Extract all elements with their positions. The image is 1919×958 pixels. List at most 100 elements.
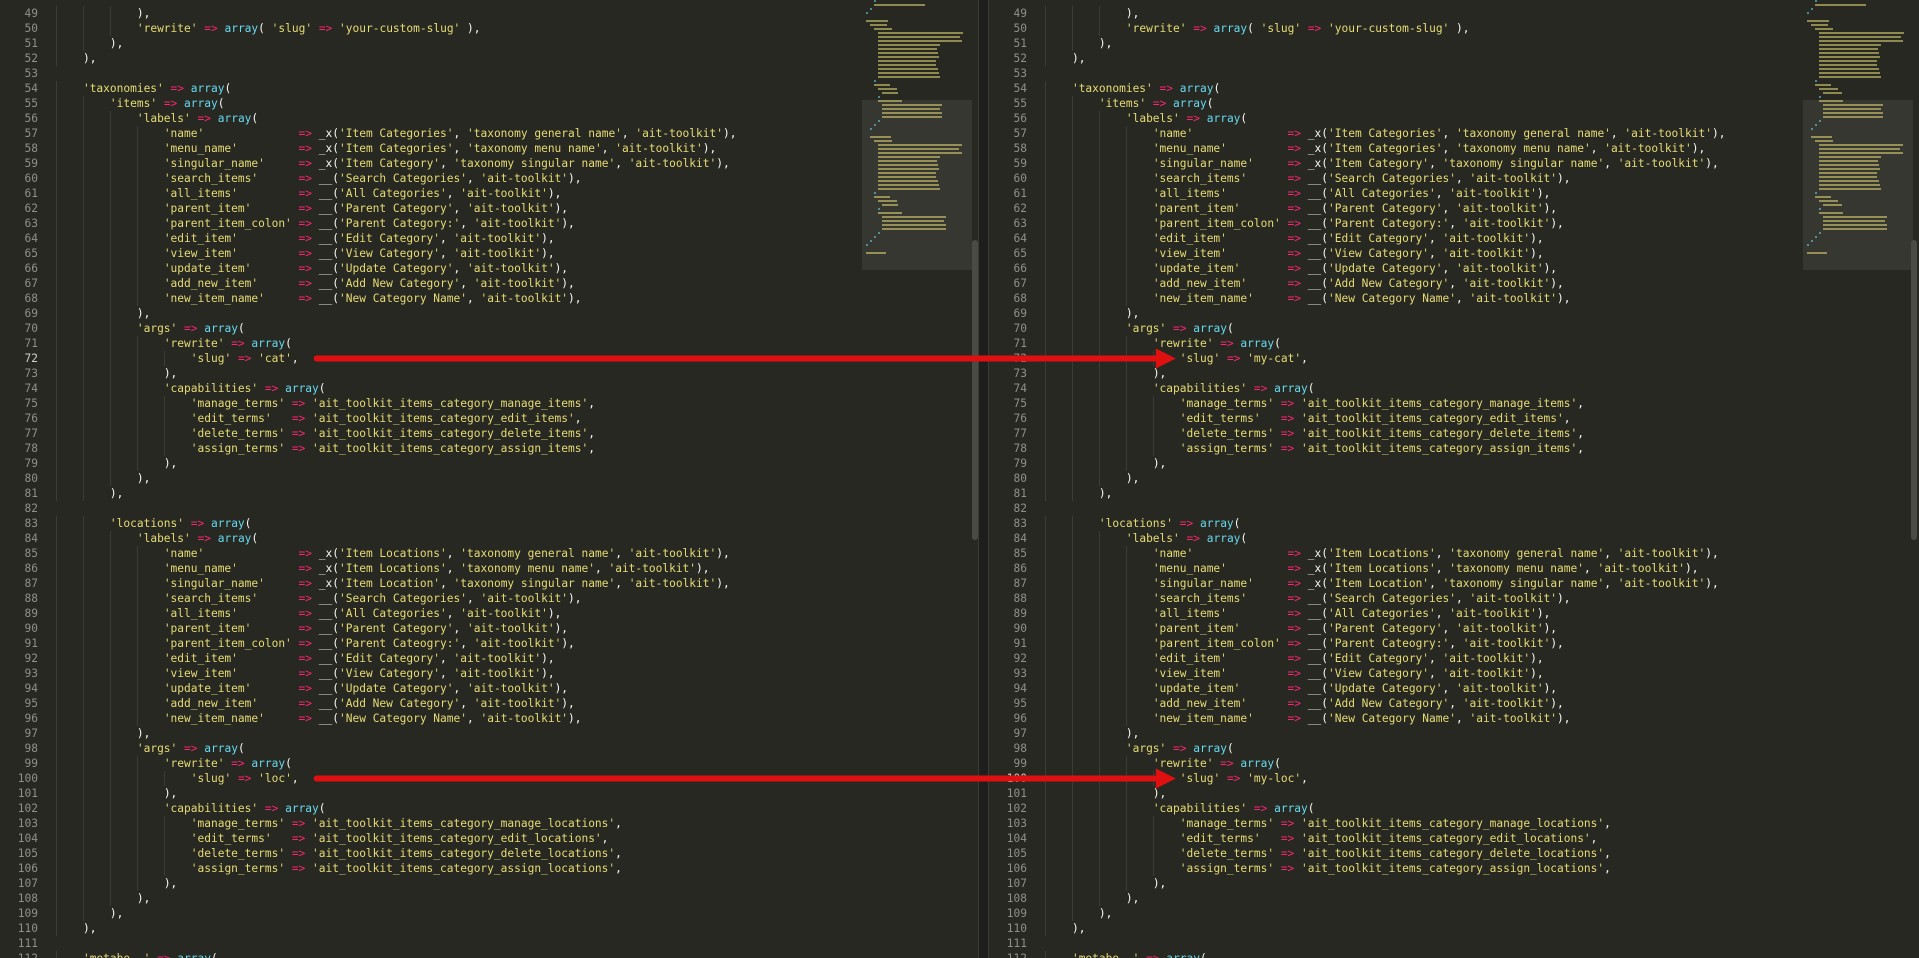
code-line[interactable]: 'add_new_item' => __('Add New Category',… bbox=[1045, 696, 1725, 711]
code-line[interactable]: 'singular_name' => _x('Item Category', '… bbox=[56, 156, 736, 171]
code-line[interactable] bbox=[56, 501, 736, 516]
editor-pane-right[interactable]: 49 50 51 52 53 54 55 56 57 58 59 60 61 62 63 64 65 66 67 68… bbox=[989, 0, 1919, 958]
code-line[interactable]: 'args' => array( bbox=[1045, 741, 1725, 756]
code-line[interactable]: ), bbox=[1045, 906, 1725, 921]
code-line[interactable]: ), bbox=[1045, 366, 1725, 381]
code-line[interactable]: 'update_item' => __('Update Category', '… bbox=[1045, 681, 1725, 696]
code-line[interactable]: 'items' => array( bbox=[1045, 96, 1725, 111]
code-line[interactable]: 'add_new_item' => __('Add New Category',… bbox=[1045, 276, 1725, 291]
code-line[interactable]: 'edit_item' => __('Edit Category', 'ait-… bbox=[56, 231, 736, 246]
code-area[interactable]: ), 'rewrite' => array( 'slug' => 'your-cu… bbox=[1045, 6, 1725, 958]
code-line[interactable]: 'delete_terms' => 'ait_toolkit_items_cat… bbox=[1045, 426, 1725, 441]
code-line[interactable]: 'all_items' => __('All Categories', 'ait… bbox=[56, 606, 736, 621]
code-line[interactable]: 'items' => array( bbox=[56, 96, 736, 111]
code-line[interactable]: 'assign_terms' => 'ait_toolkit_items_cat… bbox=[1045, 861, 1725, 876]
code-line[interactable]: 'edit_terms' => 'ait_toolkit_items_categ… bbox=[56, 411, 736, 426]
code-line[interactable]: 'rewrite' => array( bbox=[1045, 756, 1725, 771]
code-line[interactable]: 'search_items' => __('Search Categories'… bbox=[1045, 171, 1725, 186]
code-line[interactable]: 'rewrite' => array( bbox=[56, 336, 736, 351]
code-line[interactable]: 'parent_item' => __('Parent Category', '… bbox=[1045, 621, 1725, 636]
code-line[interactable]: 'menu_name' => _x('Item Categories', 'ta… bbox=[1045, 141, 1725, 156]
code-line[interactable]: ), bbox=[1045, 6, 1725, 21]
code-line[interactable]: 'edit_item' => __('Edit Category', 'ait-… bbox=[1045, 651, 1725, 666]
code-line[interactable]: ), bbox=[1045, 36, 1725, 51]
code-line[interactable]: 'new_item_name' => __('New Category Name… bbox=[56, 291, 736, 306]
code-line[interactable] bbox=[1045, 66, 1725, 81]
code-line[interactable]: 'singular_name' => _x('Item Location', '… bbox=[1045, 576, 1725, 591]
code-line[interactable]: 'view_item' => __('View Category', 'ait-… bbox=[56, 246, 736, 261]
code-line[interactable]: 'parent_item' => __('Parent Category', '… bbox=[56, 201, 736, 216]
code-line[interactable]: ), bbox=[1045, 786, 1725, 801]
code-line[interactable]: 'view_item' => __('View Category', 'ait-… bbox=[1045, 246, 1725, 261]
code-line[interactable]: ), bbox=[56, 906, 736, 921]
code-line[interactable] bbox=[1045, 501, 1725, 516]
code-line[interactable]: 'rewrite' => array( 'slug' => 'your-cust… bbox=[56, 21, 736, 36]
code-line[interactable]: 'edit_terms' => 'ait_toolkit_items_categ… bbox=[56, 831, 736, 846]
code-line[interactable]: ), bbox=[56, 891, 736, 906]
code-line[interactable]: ), bbox=[56, 786, 736, 801]
code-line[interactable]: 'search_items' => __('Search Categories'… bbox=[1045, 591, 1725, 606]
code-line[interactable]: 'all_items' => __('All Categories', 'ait… bbox=[56, 186, 736, 201]
code-line[interactable] bbox=[56, 936, 736, 951]
code-line[interactable]: ), bbox=[1045, 456, 1725, 471]
code-line[interactable]: 'manage_terms' => 'ait_toolkit_items_cat… bbox=[1045, 396, 1725, 411]
pane-divider[interactable] bbox=[978, 0, 989, 958]
code-line[interactable]: 'args' => array( bbox=[56, 321, 736, 336]
code-line[interactable]: 'name' => _x('Item Categories', 'taxonom… bbox=[56, 126, 736, 141]
code-line[interactable]: 'new_item_name' => __('New Category Name… bbox=[56, 711, 736, 726]
code-line[interactable]: ), bbox=[1045, 486, 1725, 501]
code-line[interactable]: 'all_items' => __('All Categories', 'ait… bbox=[1045, 606, 1725, 621]
code-line[interactable]: 'add_new_item' => __('Add New Category',… bbox=[56, 276, 736, 291]
code-line[interactable]: 'update_item' => __('Update Category', '… bbox=[56, 261, 736, 276]
code-line[interactable]: 'locations' => array( bbox=[1045, 516, 1725, 531]
code-line[interactable]: ), bbox=[56, 726, 736, 741]
code-line[interactable]: ), bbox=[1045, 306, 1725, 321]
code-line[interactable]: ), bbox=[1045, 51, 1725, 66]
code-line[interactable]: 'view_item' => __('View Category', 'ait-… bbox=[56, 666, 736, 681]
code-line[interactable]: 'manage_terms' => 'ait_toolkit_items_cat… bbox=[1045, 816, 1725, 831]
code-line[interactable]: 'parent_item' => __('Parent Category', '… bbox=[56, 621, 736, 636]
code-line[interactable]: 'slug' => 'loc', bbox=[56, 771, 736, 786]
code-line[interactable]: 'labels' => array( bbox=[1045, 531, 1725, 546]
code-line[interactable]: 'edit_terms' => 'ait_toolkit_items_categ… bbox=[1045, 411, 1725, 426]
code-line[interactable] bbox=[1045, 936, 1725, 951]
code-line[interactable]: 'singular_name' => _x('Item Category', '… bbox=[1045, 156, 1725, 171]
code-line[interactable]: 'taxonomies' => array( bbox=[1045, 81, 1725, 96]
code-line[interactable]: 'name' => _x('Item Locations', 'taxonomy… bbox=[56, 546, 736, 561]
code-line[interactable]: ), bbox=[56, 921, 736, 936]
code-line[interactable]: 'slug' => 'cat', bbox=[56, 351, 736, 366]
code-line[interactable]: 'parent_item_colon' => __('Parent Catego… bbox=[56, 216, 736, 231]
code-line[interactable]: 'menu_name' => _x('Item Locations', 'tax… bbox=[56, 561, 736, 576]
code-line[interactable] bbox=[56, 66, 736, 81]
code-line[interactable]: ), bbox=[56, 6, 736, 21]
code-line[interactable]: 'metabo..' => array( bbox=[56, 951, 736, 958]
code-line[interactable]: 'rewrite' => array( bbox=[56, 756, 736, 771]
code-line[interactable]: 'singular_name' => _x('Item Location', '… bbox=[56, 576, 736, 591]
code-line[interactable]: 'manage_terms' => 'ait_toolkit_items_cat… bbox=[56, 816, 736, 831]
code-line[interactable]: 'rewrite' => array( 'slug' => 'your-cust… bbox=[1045, 21, 1725, 36]
code-line[interactable]: 'parent_item_colon' => __('Parent Cateog… bbox=[56, 636, 736, 651]
code-line[interactable]: ), bbox=[56, 36, 736, 51]
editor-pane-left[interactable]: 49 50 51 52 53 54 55 56 57 58 59 60 61 62 63 64 65 66 67 68… bbox=[0, 0, 978, 958]
code-line[interactable]: ), bbox=[56, 306, 736, 321]
code-line[interactable]: 'parent_item' => __('Parent Category', '… bbox=[1045, 201, 1725, 216]
code-line[interactable]: 'menu_name' => _x('Item Locations', 'tax… bbox=[1045, 561, 1725, 576]
code-line[interactable]: 'new_item_name' => __('New Category Name… bbox=[1045, 291, 1725, 306]
code-line[interactable]: 'new_item_name' => __('New Category Name… bbox=[1045, 711, 1725, 726]
code-line[interactable]: 'search_items' => __('Search Categories'… bbox=[56, 171, 736, 186]
code-line[interactable]: ), bbox=[1045, 891, 1725, 906]
code-line[interactable]: 'args' => array( bbox=[56, 741, 736, 756]
code-line[interactable]: 'capabilities' => array( bbox=[56, 381, 736, 396]
code-line[interactable]: ), bbox=[1045, 921, 1725, 936]
code-line[interactable]: ), bbox=[56, 456, 736, 471]
code-line[interactable]: 'taxonomies' => array( bbox=[56, 81, 736, 96]
code-line[interactable]: 'menu_name' => _x('Item Categories', 'ta… bbox=[56, 141, 736, 156]
code-line[interactable]: ), bbox=[1045, 726, 1725, 741]
code-line[interactable]: 'capabilities' => array( bbox=[56, 801, 736, 816]
code-line[interactable]: 'metabo..' => array( bbox=[1045, 951, 1725, 958]
code-line[interactable]: 'delete_terms' => 'ait_toolkit_items_cat… bbox=[56, 426, 736, 441]
code-line[interactable]: ), bbox=[56, 486, 736, 501]
code-line[interactable]: 'slug' => 'my-loc', bbox=[1045, 771, 1725, 786]
code-line[interactable]: ), bbox=[56, 51, 736, 66]
code-line[interactable]: 'delete_terms' => 'ait_toolkit_items_cat… bbox=[56, 846, 736, 861]
